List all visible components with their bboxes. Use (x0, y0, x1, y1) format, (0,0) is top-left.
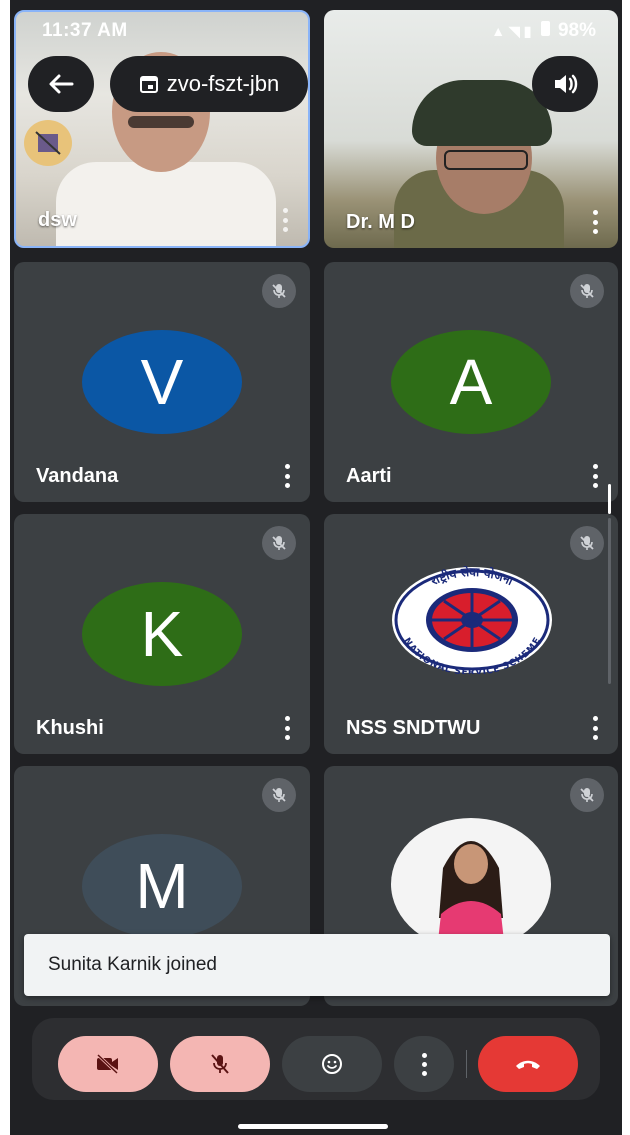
mic-off-icon (262, 526, 296, 560)
divider (466, 1050, 467, 1078)
participant-video (56, 162, 276, 246)
meet-screen: dsw Dr. M D 11:37 AM ▲ ◥ ▮ 98% zvo-fszt-… (10, 0, 622, 1135)
status-time: 11:37 AM (42, 20, 128, 41)
mic-off-icon (570, 274, 604, 308)
back-button[interactable] (28, 56, 94, 112)
mic-off-icon (262, 778, 296, 812)
more-options-icon[interactable] (282, 208, 288, 232)
more-options-icon[interactable] (284, 464, 290, 488)
call-controls (32, 1018, 600, 1100)
network-icon (24, 120, 72, 166)
more-options-icon[interactable] (592, 464, 598, 488)
participant-tile-nss-sndtwu[interactable]: राष्ट्रीय सेवा योजना NATIONAL SERVICE SC… (324, 514, 618, 754)
tile-name: Vandana (36, 465, 119, 487)
more-options-icon[interactable] (592, 210, 598, 234)
mic-off-icon (570, 526, 604, 560)
speaker-icon (555, 74, 578, 94)
mic-off-icon (570, 778, 604, 812)
mic-toggle-button[interactable] (170, 1036, 270, 1092)
avatar: A (391, 330, 551, 434)
home-indicator[interactable] (238, 1124, 388, 1129)
emoji-icon (322, 1054, 342, 1074)
audio-output-button[interactable] (532, 56, 598, 112)
beret (412, 80, 552, 146)
end-call-button[interactable] (478, 1036, 578, 1092)
tile-name: NSS SNDTWU (346, 717, 481, 739)
meeting-code-pill[interactable]: zvo-fszt-jbn (110, 56, 308, 112)
more-vert-icon (421, 1052, 427, 1076)
battery-level: 98% (557, 20, 596, 41)
tile-name: Aarti (346, 465, 392, 487)
mic-off-icon (211, 1054, 229, 1074)
tile-name: Dr. M D (346, 211, 415, 233)
camera-off-icon (96, 1053, 119, 1075)
participant-tile-aarti[interactable]: A Aarti (324, 262, 618, 502)
join-notification: Sunita Karnik joined (24, 934, 610, 996)
nss-logo: राष्ट्रीय सेवा योजना NATIONAL SERVICE SC… (392, 566, 552, 674)
tile-name: Khushi (36, 717, 104, 739)
phone-hangup-icon (516, 1060, 540, 1069)
arrow-left-icon (49, 74, 74, 94)
more-options-icon[interactable] (284, 716, 290, 740)
more-options-button[interactable] (394, 1036, 454, 1092)
camera-toggle-button[interactable] (58, 1036, 158, 1092)
video-tile-dr-md[interactable]: Dr. M D (324, 10, 618, 248)
video-tile-dsw[interactable]: dsw (14, 10, 310, 248)
mic-off-icon (262, 274, 296, 308)
avatar: K (82, 582, 242, 686)
participant-tile-khushi[interactable]: K Khushi (14, 514, 310, 754)
more-options-icon[interactable] (592, 716, 598, 740)
avatar: V (82, 330, 242, 434)
reactions-button[interactable] (282, 1036, 382, 1092)
battery-icon (540, 21, 550, 36)
participant-tile-vandana[interactable]: V Vandana (14, 262, 310, 502)
calendar-icon (139, 76, 158, 93)
meeting-code: zvo-fszt-jbn (166, 71, 280, 96)
avatar: M (82, 834, 242, 938)
status-icons: ▲ ◥ ▮ 98% (491, 20, 596, 42)
grid-scrollbar[interactable] (606, 484, 612, 684)
signal-icon: ▲ ◥ ▮ (491, 23, 532, 39)
join-notification-text: Sunita Karnik joined (48, 954, 217, 975)
tile-name: dsw (38, 209, 77, 231)
